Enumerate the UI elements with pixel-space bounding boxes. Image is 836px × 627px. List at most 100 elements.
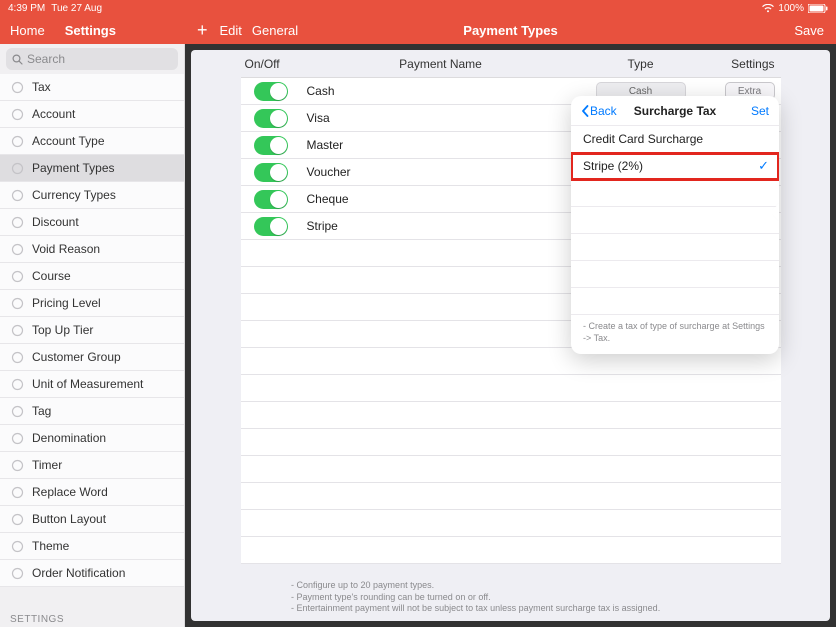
surcharge-option-empty xyxy=(571,207,779,234)
surcharge-option-label: Stripe (2%) xyxy=(583,159,643,173)
toggle-switch[interactable] xyxy=(254,109,288,128)
sidebar-item-timer[interactable]: Timer xyxy=(0,452,184,479)
table-row-empty xyxy=(241,456,781,483)
main-header: + Edit General Payment Types Save xyxy=(185,16,836,44)
sidebar-item-label: Tax xyxy=(32,80,51,94)
sidebar-item-customer-group[interactable]: Customer Group xyxy=(0,344,184,371)
toggle-switch[interactable] xyxy=(254,163,288,182)
sidebar-item-label: Unit of Measurement xyxy=(32,377,143,391)
sidebar-item-icon xyxy=(10,350,24,364)
sidebar-item-pricing-level[interactable]: Pricing Level xyxy=(0,290,184,317)
sidebar-item-icon xyxy=(10,539,24,553)
sidebar-item-label: Course xyxy=(32,269,71,283)
search-icon xyxy=(12,54,23,65)
sidebar-item-button-layout[interactable]: Button Layout xyxy=(0,506,184,533)
col-type: Type xyxy=(581,57,701,71)
sidebar-item-order-notification[interactable]: Order Notification xyxy=(0,560,184,587)
sidebar-item-void-reason[interactable]: Void Reason xyxy=(0,236,184,263)
sidebar-item-icon xyxy=(10,512,24,526)
sidebar-item-account-type[interactable]: Account Type xyxy=(0,128,184,155)
general-button[interactable]: General xyxy=(252,23,298,38)
payment-name[interactable]: Cash xyxy=(301,84,581,98)
sidebar-item-label: Button Layout xyxy=(32,512,106,526)
surcharge-popover: Back Surcharge Tax Set Credit Card Surch… xyxy=(571,96,779,354)
sidebar-item-icon xyxy=(10,107,24,121)
add-icon[interactable]: + xyxy=(197,20,208,41)
sidebar-item-icon xyxy=(10,485,24,499)
sidebar-item-icon xyxy=(10,242,24,256)
save-button[interactable]: Save xyxy=(794,23,824,38)
surcharge-option-empty xyxy=(571,261,779,288)
surcharge-option-empty xyxy=(571,234,779,261)
sidebar: Search Tax AccountAccount TypePayment Typ… xyxy=(0,44,185,627)
sidebar-item-label: Currency Types xyxy=(32,188,116,202)
check-icon: ✓ xyxy=(758,158,769,174)
sidebar-item-account[interactable]: Account xyxy=(0,101,184,128)
table-row-empty xyxy=(241,483,781,510)
sidebar-item-label: Theme xyxy=(32,539,69,553)
surcharge-option[interactable]: Stripe (2%) ✓ xyxy=(571,153,779,180)
payment-name[interactable]: Stripe xyxy=(301,219,581,233)
main-panel: On/Off Payment Name Type Settings CashCa… xyxy=(191,50,830,621)
sidebar-item-icon xyxy=(10,215,24,229)
sidebar-item-icon xyxy=(10,566,24,580)
edit-button[interactable]: Edit xyxy=(220,23,242,38)
col-onoff: On/Off xyxy=(241,57,301,71)
surcharge-option-label: Credit Card Surcharge xyxy=(583,132,703,146)
sidebar-item-label: Discount xyxy=(32,215,79,229)
home-link[interactable]: Home xyxy=(10,23,45,38)
footer-line-3: - Entertainment payment will not be subj… xyxy=(291,603,660,615)
table-row-empty xyxy=(241,537,781,564)
popover-back-button[interactable]: Back xyxy=(581,104,617,118)
battery-icon xyxy=(808,4,828,13)
sidebar-item-icon xyxy=(10,377,24,391)
status-bar: 4:39 PM Tue 27 Aug 100% xyxy=(0,0,836,16)
sidebar-item-label: Void Reason xyxy=(32,242,100,256)
toggle-switch[interactable] xyxy=(254,190,288,209)
payment-name[interactable]: Visa xyxy=(301,111,581,125)
sidebar-item-icon xyxy=(10,188,24,202)
sidebar-item-icon xyxy=(10,323,24,337)
sidebar-item-icon xyxy=(10,458,24,472)
payment-name[interactable]: Voucher xyxy=(301,165,581,179)
surcharge-option[interactable]: Credit Card Surcharge xyxy=(571,126,779,153)
payment-name[interactable]: Master xyxy=(301,138,581,152)
sidebar-item-icon xyxy=(10,134,24,148)
toggle-switch[interactable] xyxy=(254,136,288,155)
sidebar-section-label: SETTINGS xyxy=(0,606,184,627)
footer-line-2: - Payment type's rounding can be turned … xyxy=(291,592,660,604)
search-input[interactable]: Search xyxy=(6,48,178,70)
sidebar-item-unit-of-measurement[interactable]: Unit of Measurement xyxy=(0,371,184,398)
sidebar-item-payment-types[interactable]: Payment Types xyxy=(0,155,184,182)
sidebar-item-replace-word[interactable]: Replace Word xyxy=(0,479,184,506)
sidebar-item-top-up-tier[interactable]: Top Up Tier xyxy=(0,317,184,344)
sidebar-item-denomination[interactable]: Denomination xyxy=(0,425,184,452)
toggle-switch[interactable] xyxy=(254,217,288,236)
sidebar-item-discount[interactable]: Discount xyxy=(0,209,184,236)
payment-name[interactable]: Cheque xyxy=(301,192,581,206)
footer-line-1: - Configure up to 20 payment types. xyxy=(291,580,660,592)
search-placeholder: Search xyxy=(27,52,65,66)
sidebar-item-currency-types[interactable]: Currency Types xyxy=(0,182,184,209)
sidebar-item-theme[interactable]: Theme xyxy=(0,533,184,560)
chevron-left-icon xyxy=(581,105,589,117)
table-header: On/Off Payment Name Type Settings xyxy=(241,50,781,78)
sidebar-item-label: Customer Group xyxy=(32,350,121,364)
popover-set-button[interactable]: Set xyxy=(751,104,769,118)
sidebar-item-tag[interactable]: Tag xyxy=(0,398,184,425)
sidebar-header: Home Settings xyxy=(0,16,185,44)
sidebar-item-label: Tag xyxy=(32,404,51,418)
sidebar-item-label: Denomination xyxy=(32,431,106,445)
sidebar-item-icon xyxy=(10,404,24,418)
status-time: 4:39 PM xyxy=(8,3,45,14)
sidebar-item-icon xyxy=(10,269,24,283)
sidebar-item-course[interactable]: Course xyxy=(0,263,184,290)
toggle-switch[interactable] xyxy=(254,82,288,101)
sidebar-item-label: Replace Word xyxy=(32,485,108,499)
sidebar-item-label: Timer xyxy=(32,458,62,472)
table-row-empty xyxy=(241,510,781,537)
sidebar-item-icon xyxy=(10,296,24,310)
sidebar-item-tax[interactable]: Tax xyxy=(0,74,184,101)
table-row-empty xyxy=(241,429,781,456)
col-name: Payment Name xyxy=(301,57,581,71)
